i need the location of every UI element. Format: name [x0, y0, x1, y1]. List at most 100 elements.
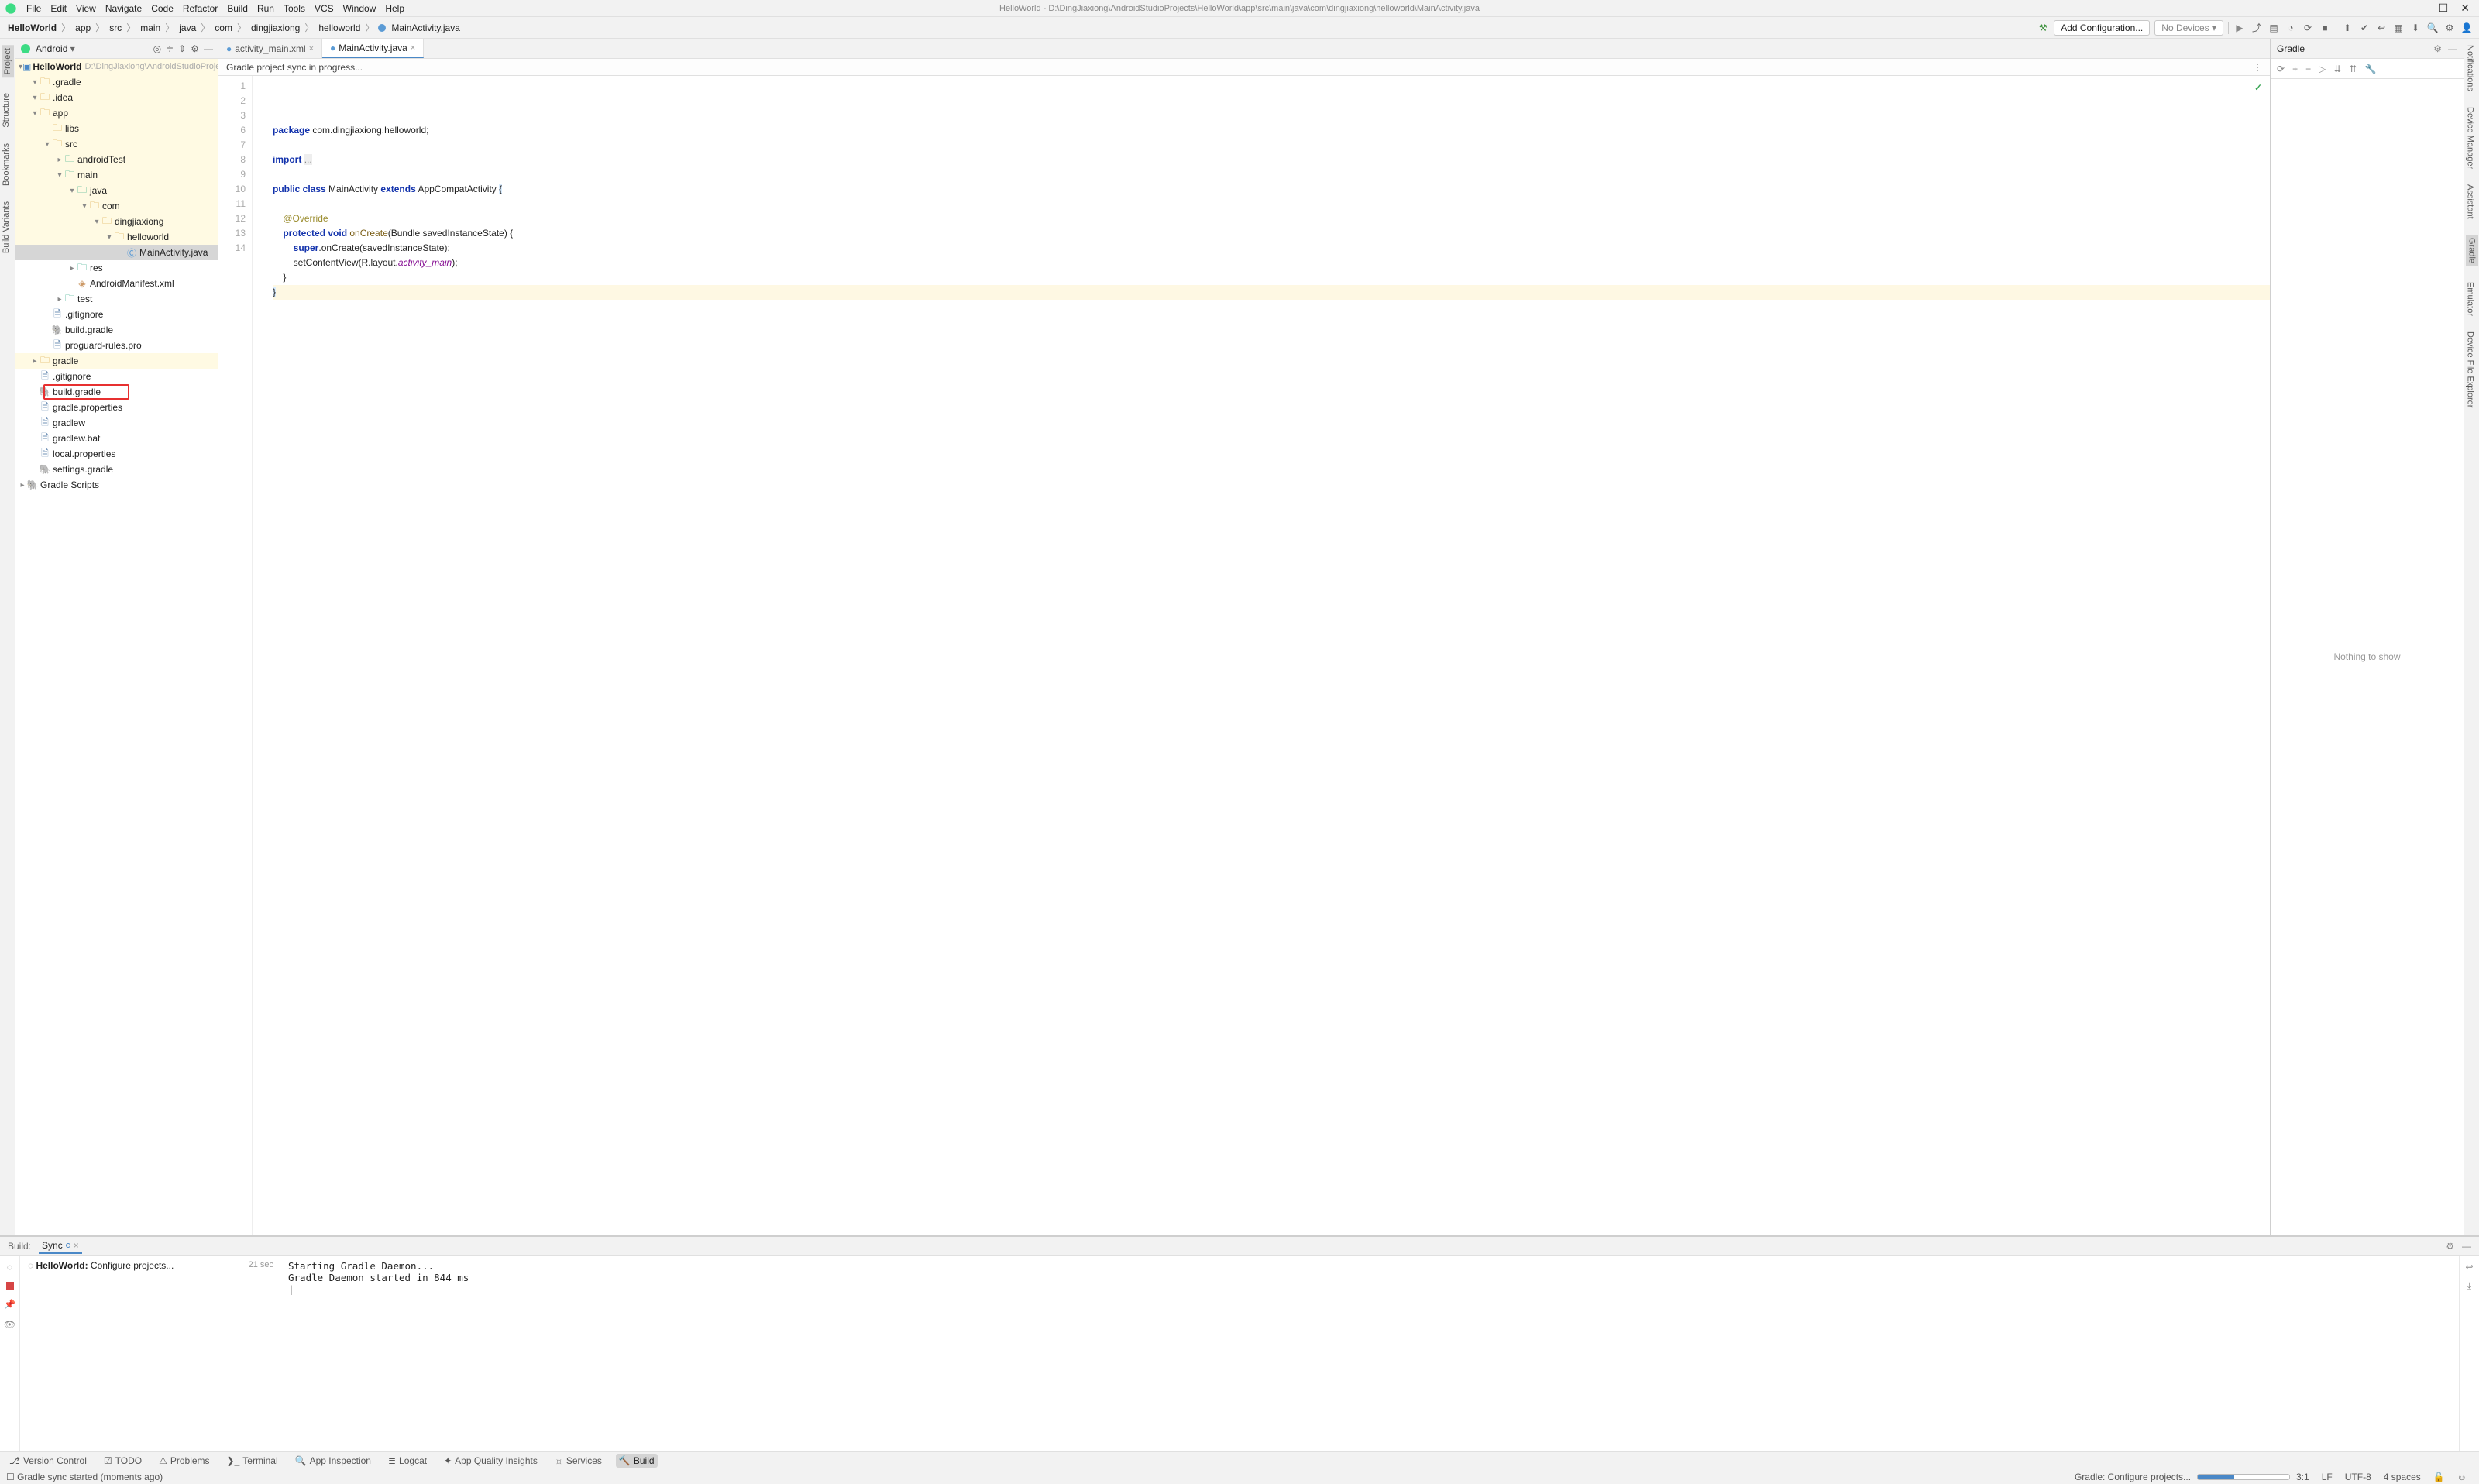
tree-node-helloworld[interactable]: ▾🗀helloworld: [15, 229, 218, 245]
breadcrumb-segment[interactable]: dingjiaxiong: [249, 22, 301, 33]
breadcrumb-segment[interactable]: main: [139, 22, 162, 33]
read-only-lock-icon[interactable]: 🔓: [2427, 1472, 2451, 1482]
detach-icon[interactable]: −: [2305, 64, 2311, 74]
breadcrumb-segment[interactable]: helloworld: [317, 22, 362, 33]
breadcrumb[interactable]: HelloWorld〉app〉src〉main〉java〉com〉dingjia…: [6, 21, 462, 34]
run-configuration-combo[interactable]: Add Configuration...: [2054, 20, 2150, 36]
menu-build[interactable]: Build: [222, 2, 253, 15]
tree-node-local-properties[interactable]: 🗎local.properties: [15, 446, 218, 462]
tree-node-settings-gradle[interactable]: 🐘settings.gradle: [15, 462, 218, 477]
background-task-label[interactable]: Gradle: Configure projects...: [2068, 1472, 2197, 1482]
git-update-icon[interactable]: ⬆: [2341, 22, 2354, 34]
tree-node-test[interactable]: ▸🗀test: [15, 291, 218, 307]
editor-tab-activity_main-xml[interactable]: ●activity_main.xml×: [218, 39, 322, 58]
menu-help[interactable]: Help: [380, 2, 409, 15]
hide-icon[interactable]: —: [2462, 1241, 2471, 1252]
tool-window-button-structure[interactable]: Structure: [2, 93, 11, 128]
inspection-hector-icon[interactable]: ☺: [2451, 1472, 2473, 1482]
analysis-ok-icon[interactable]: ✓: [2254, 81, 2262, 95]
gradle-settings-gear-icon[interactable]: ⚙: [2433, 43, 2442, 54]
tool-window-button-device-file-explorer[interactable]: Device File Explorer: [2466, 331, 2475, 407]
line-separator[interactable]: LF: [2316, 1472, 2339, 1482]
tree-node-com[interactable]: ▾🗀com: [15, 198, 218, 214]
tree-node-gradle-properties[interactable]: 🗎gradle.properties: [15, 400, 218, 415]
search-everywhere-icon[interactable]: 🔍: [2426, 22, 2439, 34]
close-icon[interactable]: ×: [411, 43, 415, 53]
close-icon[interactable]: ✕: [2460, 2, 2470, 15]
tool-window-button-build-variants[interactable]: Build Variants: [2, 201, 11, 253]
collapse-all-icon[interactable]: ⇕: [178, 43, 186, 54]
execute-icon[interactable]: ▷: [2319, 64, 2326, 74]
hide-icon[interactable]: —: [204, 43, 213, 54]
menu-edit[interactable]: Edit: [46, 2, 71, 15]
coverage-icon[interactable]: ▤: [2268, 22, 2280, 34]
menu-tools[interactable]: Tools: [279, 2, 310, 15]
stop-build-icon[interactable]: [6, 1282, 14, 1290]
breadcrumb-segment[interactable]: app: [74, 22, 92, 33]
sdk-manager-icon[interactable]: ⬇: [2409, 22, 2422, 34]
expand-all-icon[interactable]: ≑: [166, 43, 174, 54]
tree-node-build-gradle[interactable]: 🐘build.gradle: [15, 322, 218, 338]
close-icon[interactable]: ×: [74, 1240, 79, 1251]
project-view-selector[interactable]: Android ▾: [36, 43, 149, 54]
device-selector-combo[interactable]: No Devices ▾: [2154, 20, 2223, 36]
account-icon[interactable]: 👤: [2460, 22, 2473, 34]
tree-node-gradlew-bat[interactable]: 🗎gradlew.bat: [15, 431, 218, 446]
bottom-tool-build[interactable]: 🔨Build: [616, 1454, 658, 1468]
profile-icon[interactable]: ◔: [2285, 22, 2297, 34]
eye-icon[interactable]: 👁: [4, 1319, 15, 1330]
build-tree[interactable]: ◌ HelloWorld: Configure projects... 21 s…: [20, 1256, 280, 1451]
bottom-tool-services[interactable]: ☼Services: [552, 1454, 605, 1468]
menu-run[interactable]: Run: [253, 2, 279, 15]
settings-gear-icon[interactable]: ⚙: [2443, 22, 2456, 34]
tree-node-dingjiaxiong[interactable]: ▾🗀dingjiaxiong: [15, 214, 218, 229]
settings-gear-icon[interactable]: ⚙: [191, 43, 199, 54]
maximize-icon[interactable]: ☐: [2439, 2, 2449, 15]
code-editor[interactable]: ✓ package com.dingjiaxiong.helloworld; i…: [263, 76, 2270, 1235]
menu-file[interactable]: File: [22, 2, 46, 15]
line-number-gutter[interactable]: 12367891011121314: [218, 76, 253, 1235]
menu-vcs[interactable]: VCS: [310, 2, 339, 15]
pin-icon[interactable]: 📌: [4, 1299, 15, 1310]
collapse-icon[interactable]: ⇈: [2349, 64, 2357, 74]
avd-manager-icon[interactable]: ▦: [2392, 22, 2405, 34]
tree-node-proguard-rules-pro[interactable]: 🗎proguard-rules.pro: [15, 338, 218, 353]
git-push-icon[interactable]: ↩: [2375, 22, 2388, 34]
wrench-icon[interactable]: 🔧: [2364, 64, 2376, 74]
close-icon[interactable]: ×: [309, 44, 314, 53]
soft-wrap-icon[interactable]: ↩: [2465, 1262, 2473, 1273]
menu-refactor[interactable]: Refactor: [178, 2, 222, 15]
tree-root[interactable]: ▾▣HelloWorldD:\DingJiaxiong\AndroidStudi…: [15, 59, 218, 74]
tree-node-build-gradle[interactable]: 🐘build.gradle: [15, 384, 218, 400]
tree-node-MainActivity-java[interactable]: ⒸMainActivity.java: [15, 245, 218, 260]
tree-node--idea[interactable]: ▾🗀.idea: [15, 90, 218, 105]
reload-icon[interactable]: ⟳: [2277, 64, 2285, 74]
attach-debugger-icon[interactable]: ⟳: [2302, 22, 2314, 34]
tree-node-src[interactable]: ▾🗀src: [15, 136, 218, 152]
breadcrumb-segment[interactable]: MainActivity.java: [390, 22, 461, 33]
debug-icon[interactable]: ⤴: [2250, 22, 2263, 34]
tree-node--gitignore[interactable]: 🗎.gitignore: [15, 307, 218, 322]
bottom-tool-terminal[interactable]: ❯_Terminal: [224, 1454, 281, 1468]
tree-node-gradle[interactable]: ▸🗀gradle: [15, 353, 218, 369]
bottom-tool-app-quality-insights[interactable]: ✦App Quality Insights: [441, 1454, 541, 1468]
build-output[interactable]: Starting Gradle Daemon... Gradle Daemon …: [280, 1256, 2459, 1451]
attach-icon[interactable]: +: [2292, 64, 2298, 74]
stop-icon[interactable]: ■: [2319, 22, 2331, 34]
tool-window-button-device-manager[interactable]: Device Manager: [2466, 107, 2475, 169]
build-sync-tab[interactable]: Sync ×: [39, 1238, 82, 1254]
bottom-tool-problems[interactable]: ⚠Problems: [156, 1454, 212, 1468]
menu-view[interactable]: View: [71, 2, 101, 15]
tree-node-libs[interactable]: 🗀libs: [15, 121, 218, 136]
bottom-tool-todo[interactable]: ☑TODO: [101, 1454, 145, 1468]
tool-window-button-project[interactable]: Project: [2, 45, 14, 77]
file-encoding[interactable]: UTF-8: [2339, 1472, 2378, 1482]
git-commit-icon[interactable]: ✔: [2358, 22, 2371, 34]
tool-window-button-assistant[interactable]: Assistant: [2466, 184, 2475, 219]
breadcrumb-segment[interactable]: HelloWorld: [6, 22, 58, 33]
build-hammer-icon[interactable]: ⚒: [2037, 22, 2049, 34]
menu-code[interactable]: Code: [146, 2, 178, 15]
bottom-tool-version-control[interactable]: ⎇Version Control: [6, 1454, 90, 1468]
tree-node-res[interactable]: ▸🗀res: [15, 260, 218, 276]
bottom-tool-logcat[interactable]: ≣Logcat: [385, 1454, 430, 1468]
